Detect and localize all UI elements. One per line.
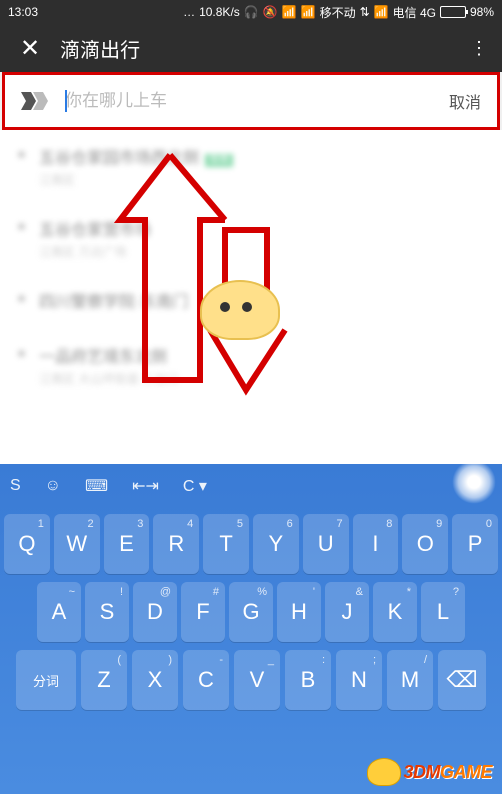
pickup-input[interactable]	[51, 91, 449, 111]
list-item[interactable]: 四川警察学院·东南门	[0, 274, 502, 329]
status-bar: 13:03 … 10.8K/s 🎧 🔕 📶 📶 移不动 ⇅ 📶 电信 4G 98…	[0, 0, 502, 24]
list-item[interactable]: 五谷仓家营市场 江南区 万达广场	[0, 202, 502, 274]
key-a[interactable]: A~	[37, 582, 81, 642]
item-title: 五谷仓家园市场西北侧	[39, 150, 199, 167]
emoji-icon[interactable]: ☺	[45, 477, 61, 495]
key-i[interactable]: I8	[353, 514, 399, 574]
title-bar: ✕ 滴滴出行 ⋮	[0, 24, 502, 72]
app-title: 滴滴出行	[52, 34, 462, 63]
status-right: … 10.8K/s 🎧 🔕 📶 📶 移不动 ⇅ 📶 电信 4G 98%	[38, 4, 494, 21]
key-n[interactable]: N;	[336, 650, 382, 710]
suggestion-list: 五谷仓家园市场西北侧常用 江南区 五谷仓家营市场 江南区 万达广场 四川警察学院…	[0, 130, 502, 470]
key-分词[interactable]: 分词	[16, 650, 76, 710]
item-title: 四川警察学院·东南门	[39, 288, 484, 312]
text-cursor	[65, 90, 67, 112]
bullet-icon	[18, 223, 25, 230]
key-e[interactable]: E3	[104, 514, 150, 574]
key-u[interactable]: U7	[303, 514, 349, 574]
net-speed: 10.8K/s	[199, 5, 240, 19]
data-icon: ⇅	[360, 5, 370, 19]
close-button[interactable]: ✕	[8, 34, 52, 63]
key-c[interactable]: C-	[183, 650, 229, 710]
key-z[interactable]: Z(	[81, 650, 127, 710]
carrier-2: 电信 4G	[393, 4, 436, 21]
key-q[interactable]: Q1	[4, 514, 50, 574]
bullet-icon	[18, 350, 25, 357]
watermark-brand: 3DM	[403, 762, 440, 782]
key-w[interactable]: W2	[54, 514, 100, 574]
kb-logo-icon[interactable]: S	[10, 477, 21, 495]
kb-row-1: Q1W2E3R4T5Y6U7I8O9P0	[4, 514, 498, 574]
dandelion-decoration	[432, 458, 502, 508]
cursor-mode-icon[interactable]: ⇤⇥	[132, 476, 159, 496]
keyboard-icon[interactable]: ⌨	[85, 476, 108, 496]
battery-icon	[440, 6, 466, 18]
key-s[interactable]: S!	[85, 582, 129, 642]
item-badge: 常用	[205, 154, 233, 167]
key-o[interactable]: O9	[402, 514, 448, 574]
battery-pct: 98%	[470, 5, 494, 19]
item-sub: 江南区 大山坪街道·三岔口	[39, 370, 484, 387]
key-m[interactable]: M/	[387, 650, 433, 710]
key-b[interactable]: B:	[285, 650, 331, 710]
watermark-suffix: GAME	[440, 762, 492, 782]
more-dropdown[interactable]: C ▾	[183, 476, 207, 496]
key-p[interactable]: P0	[452, 514, 498, 574]
key-v[interactable]: V_	[234, 650, 280, 710]
search-bar[interactable]: 取消	[2, 72, 500, 130]
keyboard: S ☺ ⌨ ⇤⇥ C ▾ Q1W2E3R4T5Y6U7I8O9P0 A~S!D@…	[0, 464, 502, 794]
list-item[interactable]: 五谷仓家园市场西北侧常用 江南区	[0, 130, 502, 202]
key-k[interactable]: K*	[373, 582, 417, 642]
key-d[interactable]: D@	[133, 582, 177, 642]
kb-row-2: A~S!D@F#G%H'J&K*L?	[4, 582, 498, 642]
item-title: 五谷仓家营市场	[39, 216, 484, 240]
item-sub: 江南区	[39, 171, 484, 188]
key-h[interactable]: H'	[277, 582, 321, 642]
key-y[interactable]: Y6	[253, 514, 299, 574]
signal-icon-1: 📶	[301, 5, 316, 19]
item-sub: 江南区 万达广场	[39, 243, 484, 260]
menu-button[interactable]: ⋮	[462, 38, 494, 59]
bullet-icon	[18, 151, 25, 158]
watermark-mascot-icon	[367, 758, 401, 786]
kb-row-3: 分词Z(X)C-V_B:N;M/⌫	[4, 650, 498, 710]
list-item[interactable]: 一品府艺境东北侧 江南区 大山坪街道·三岔口	[0, 329, 502, 401]
key-⌫[interactable]: ⌫	[438, 650, 486, 710]
watermark: 3DMGAME	[367, 758, 492, 786]
key-j[interactable]: J&	[325, 582, 369, 642]
key-f[interactable]: F#	[181, 582, 225, 642]
cancel-button[interactable]: 取消	[449, 89, 481, 113]
bullet-icon	[18, 295, 25, 302]
clock: 13:03	[8, 5, 38, 19]
dots-icon: …	[183, 5, 195, 19]
mute-icon: 🔕	[263, 5, 278, 19]
key-r[interactable]: R4	[153, 514, 199, 574]
key-g[interactable]: G%	[229, 582, 273, 642]
key-l[interactable]: L?	[421, 582, 465, 642]
wifi-icon: 📶	[282, 5, 297, 19]
key-t[interactable]: T5	[203, 514, 249, 574]
key-x[interactable]: X)	[132, 650, 178, 710]
item-title: 一品府艺境东北侧	[39, 343, 484, 367]
signal-icon-2: 📶	[374, 5, 389, 19]
headset-icon: 🎧	[244, 5, 259, 19]
carrier-1: 移不动	[320, 4, 356, 21]
keyboard-toolbar: S ☺ ⌨ ⇤⇥ C ▾	[0, 464, 502, 508]
origin-icon	[21, 92, 51, 110]
